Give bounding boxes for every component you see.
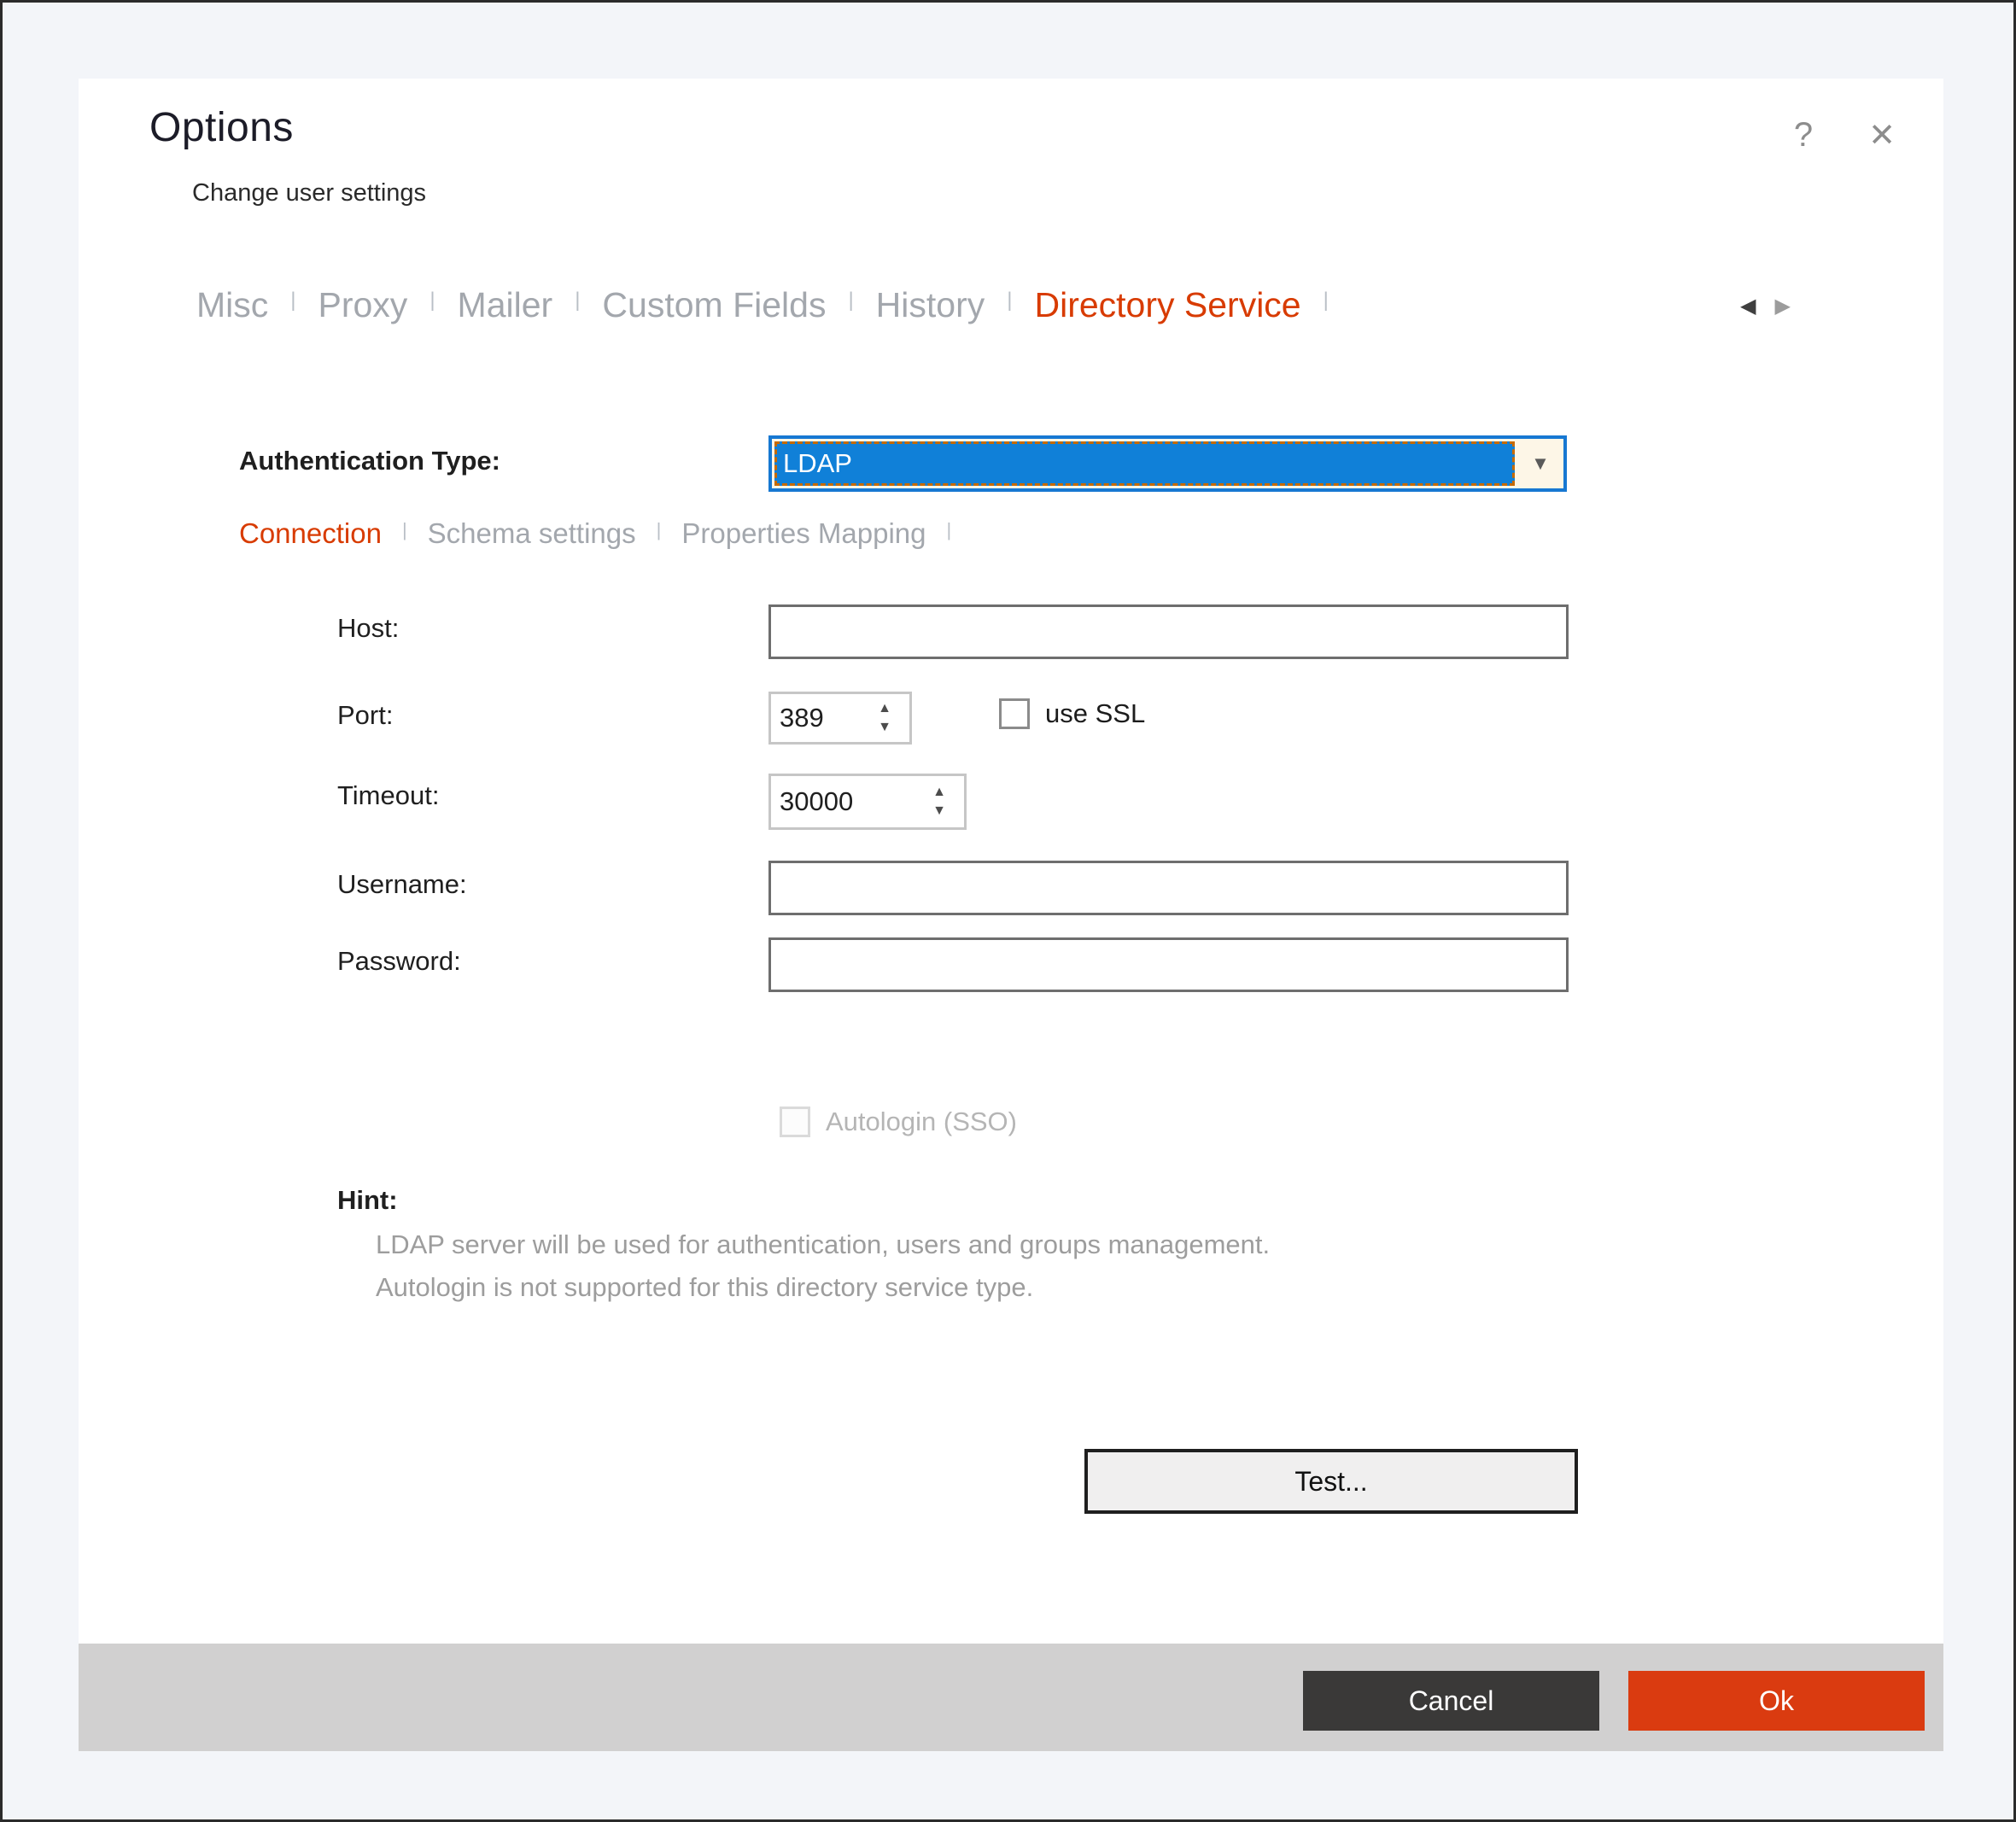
close-icon[interactable]: ✕ [1856,109,1908,161]
host-field[interactable] [768,604,1569,659]
page-title: Options [149,104,294,151]
spinner-up-icon[interactable]: ▲ [878,703,891,715]
host-label: Host: [337,613,399,644]
hint-line: Autologin is not supported for this dire… [376,1272,1033,1303]
chevron-down-icon[interactable]: ▼ [1517,439,1563,488]
subtab-separator: | [402,519,407,541]
tab-misc[interactable]: Misc [196,285,268,325]
tab-proxy[interactable]: Proxy [318,285,408,325]
subtab-separator: | [947,519,952,541]
page-subtitle: Change user settings [192,179,426,207]
username-field[interactable] [768,861,1569,915]
port-label: Port: [337,700,393,731]
spinner-up-icon[interactable]: ▲ [932,786,946,798]
timeout-value[interactable]: 30000 [771,786,920,817]
port-value[interactable]: 389 [771,703,865,733]
hint-title: Hint: [337,1185,398,1216]
authentication-type-label: Authentication Type: [239,446,500,476]
tab-mailer[interactable]: Mailer [458,285,553,325]
authentication-type-dropdown[interactable]: LDAP ▼ [768,435,1567,492]
port-stepper[interactable]: 389 ▲ ▼ [768,692,912,745]
password-field[interactable] [768,937,1569,992]
tab-directory-service[interactable]: Directory Service [1034,285,1300,325]
dialog-footer: Cancel Ok [79,1644,1943,1751]
options-dialog: Options Change user settings ? ✕ Misc | … [79,79,1943,1751]
hint-line: LDAP server will be used for authenticat… [376,1229,1270,1260]
spinner-down-icon[interactable]: ▼ [878,721,891,733]
tab-separator: | [429,289,435,312]
spinner-down-icon[interactable]: ▼ [932,805,946,817]
use-ssl-label: use SSL [1045,698,1145,729]
options-dialog-screen: { "window": { "title": "Options", "subti… [0,0,2016,1822]
username-label: Username: [337,869,467,900]
subtab-schema-settings[interactable]: Schema settings [428,517,636,550]
tab-separator: | [1007,289,1012,312]
tab-history[interactable]: History [876,285,985,325]
use-ssl-row: use SSL [999,698,1145,729]
tab-scroll-arrows: ◀ ▶ [1740,294,1791,318]
subtab-connection[interactable]: Connection [239,517,382,550]
tab-custom-fields[interactable]: Custom Fields [602,285,826,325]
subtab-properties-mapping[interactable]: Properties Mapping [681,517,926,550]
tab-separator: | [848,289,853,312]
timeout-stepper-arrows: ▲ ▼ [920,786,959,817]
subtab-separator: | [657,519,662,541]
tab-separator: | [1324,289,1329,312]
tab-strip: Misc | Proxy | Mailer | Custom Fields | … [196,285,1329,325]
autologin-checkbox [780,1107,810,1137]
cancel-button[interactable]: Cancel [1303,1671,1599,1731]
tab-separator: | [290,289,295,312]
authentication-type-selected-value: LDAP [774,441,1515,486]
autologin-label: Autologin (SSO) [826,1107,1017,1137]
ok-button[interactable]: Ok [1628,1671,1925,1731]
test-button[interactable]: Test... [1084,1449,1578,1514]
port-stepper-arrows: ▲ ▼ [865,703,904,733]
tab-separator: | [575,289,580,312]
help-icon[interactable]: ? [1778,109,1829,161]
use-ssl-checkbox[interactable] [999,698,1030,729]
password-label: Password: [337,946,461,977]
autologin-row: Autologin (SSO) [780,1107,1017,1137]
tab-scroll-left-icon[interactable]: ◀ [1740,294,1756,318]
subtab-strip: Connection | Schema settings | Propertie… [239,517,951,550]
timeout-stepper[interactable]: 30000 ▲ ▼ [768,774,967,830]
tab-scroll-right-icon[interactable]: ▶ [1774,294,1790,318]
timeout-label: Timeout: [337,780,439,811]
